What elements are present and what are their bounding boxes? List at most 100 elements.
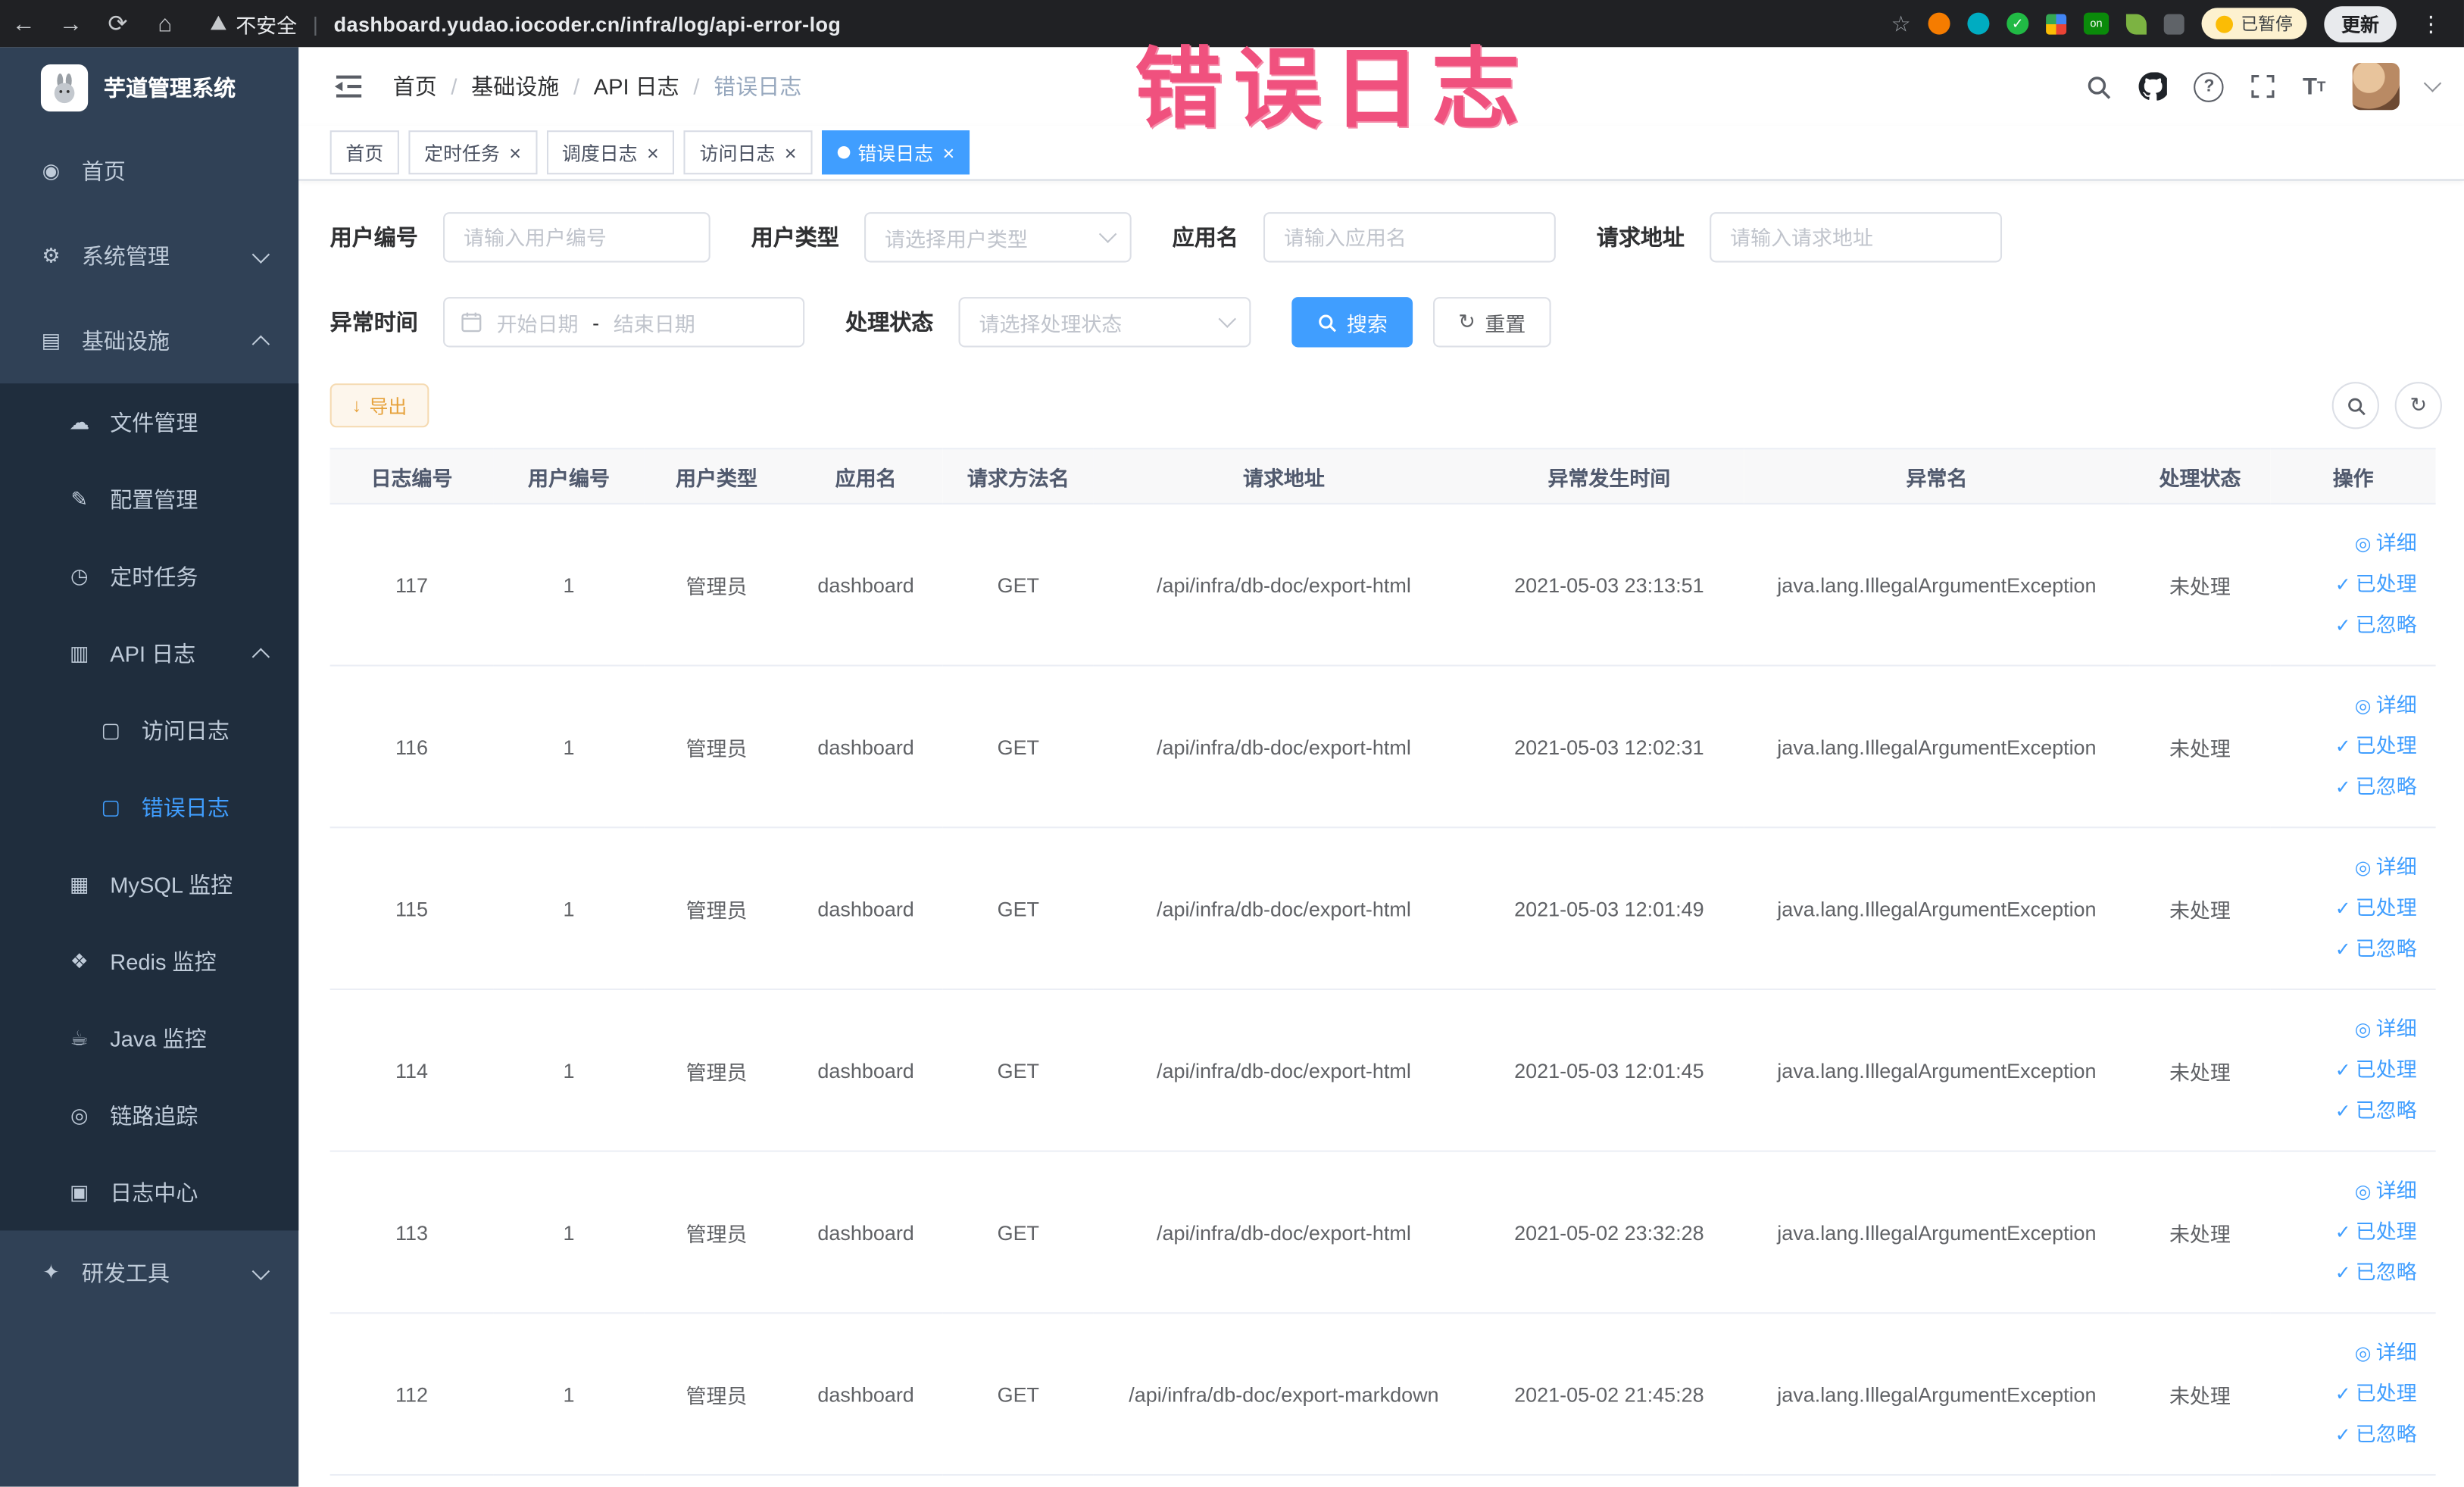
back-icon[interactable]: ← xyxy=(0,10,47,36)
sidebar-item-log-center[interactable]: ▣ 日志中心 xyxy=(0,1154,298,1231)
sidebar-item-java-monitor[interactable]: ☕ Java 监控 xyxy=(0,999,298,1076)
extension-icon-leaf[interactable] xyxy=(2125,13,2147,34)
cell-request-url: /api/infra/db-doc/export-html xyxy=(1093,827,1474,990)
app-name-input[interactable] xyxy=(1263,212,1556,263)
header-actions: ? TT xyxy=(2086,62,2442,111)
search-button[interactable]: 搜索 xyxy=(1291,297,1413,348)
cell-user-id: 1 xyxy=(493,827,645,990)
user-id-input[interactable] xyxy=(443,212,710,263)
refresh-table-button[interactable] xyxy=(2394,382,2442,430)
detail-link[interactable]: 详细 xyxy=(2277,1332,2417,1373)
close-icon[interactable] xyxy=(509,142,521,163)
close-icon[interactable] xyxy=(942,142,954,163)
ignored-link[interactable]: 已忽略 xyxy=(2277,1252,2417,1293)
cell-actions: 详细 已处理 已忽略 xyxy=(2270,1313,2436,1476)
user-avatar[interactable] xyxy=(2352,62,2400,111)
sidebar-item-system-management[interactable]: ⚙ 系统管理 xyxy=(0,214,298,298)
detail-link[interactable]: 详细 xyxy=(2277,686,2417,726)
request-url-input[interactable] xyxy=(1710,212,2003,263)
sidebar-item-config-management[interactable]: ✎ 配置管理 xyxy=(0,461,298,538)
search-icon[interactable] xyxy=(2086,73,2113,99)
sidebar-item-home[interactable]: ◉ 首页 xyxy=(0,129,298,214)
font-size-icon[interactable]: TT xyxy=(2303,73,2325,99)
extension-icon-orange[interactable] xyxy=(1928,12,1950,35)
bookmark-star-icon[interactable]: ☆ xyxy=(1891,10,1911,36)
extension-icon-grid[interactable] xyxy=(2046,13,2067,34)
github-icon[interactable] xyxy=(2139,72,2168,101)
update-button[interactable]: 更新 xyxy=(2324,5,2397,42)
sidebar-item-access-log[interactable]: ▢ 访问日志 xyxy=(0,692,298,769)
export-button[interactable]: 导出 xyxy=(329,383,429,428)
sidebar-item-redis-monitor[interactable]: ❖ Redis 监控 xyxy=(0,923,298,1000)
sidebar-collapse-icon[interactable] xyxy=(333,72,364,100)
refresh-icon xyxy=(1458,310,1476,335)
processed-link[interactable]: 已处理 xyxy=(2277,1212,2417,1253)
reload-icon[interactable]: ⟳ xyxy=(94,9,141,38)
sidebar-item-api-log[interactable]: ▥ API 日志 xyxy=(0,614,298,692)
extension-icon-green-check[interactable]: ✓ xyxy=(2006,12,2029,35)
close-icon[interactable] xyxy=(647,142,659,163)
tab-access-log[interactable]: 访问日志 xyxy=(683,130,813,175)
extensions-puzzle-icon[interactable] xyxy=(2163,13,2184,34)
ignored-link[interactable]: 已忽略 xyxy=(2277,929,2417,970)
security-chip[interactable]: 不安全 xyxy=(210,8,297,38)
sidebar-item-file-management[interactable]: ☁ 文件管理 xyxy=(0,383,298,461)
detail-link[interactable]: 详细 xyxy=(2277,847,2417,888)
sidebar-item-error-log[interactable]: ▢ 错误日志 xyxy=(0,768,298,845)
sidebar-item-mysql-monitor[interactable]: ▦ MySQL 监控 xyxy=(0,845,298,923)
breadcrumb-home[interactable]: 首页 xyxy=(393,70,472,102)
processed-link[interactable]: 已处理 xyxy=(2277,726,2417,767)
date-range-picker[interactable]: 开始日期 - 结束日期 xyxy=(443,297,805,348)
ignored-link[interactable]: 已忽略 xyxy=(2277,1091,2417,1132)
log-icon: ▥ xyxy=(69,640,89,664)
ignored-link[interactable]: 已忽略 xyxy=(2277,605,2417,646)
processed-link[interactable]: 已处理 xyxy=(2277,1373,2417,1414)
check-icon xyxy=(2335,939,2351,961)
home-icon[interactable]: ⌂ xyxy=(142,10,189,36)
processed-link[interactable]: 已处理 xyxy=(2277,1050,2417,1091)
breadcrumb-api-log[interactable]: API 日志 xyxy=(594,70,714,102)
ignored-link[interactable]: 已忽略 xyxy=(2277,1414,2417,1455)
tab-home[interactable]: 首页 xyxy=(329,130,399,175)
app-title: 芋道管理系统 xyxy=(103,75,236,101)
sidebar-item-infrastructure[interactable]: ▤ 基础设施 xyxy=(0,298,298,383)
check-icon xyxy=(2335,1221,2351,1243)
ignored-link[interactable]: 已忽略 xyxy=(2277,767,2417,808)
address-url[interactable]: dashboard.yudao.iocoder.cn/infra/log/api… xyxy=(334,12,842,36)
tab-error-log[interactable]: 错误日志 xyxy=(821,130,970,175)
filter-row-2: 异常时间 开始日期 - 结束日期 处理状态 请选择处理状态 搜索 ↻ 重置 xyxy=(330,297,2442,348)
tab-dispatch-log[interactable]: 调度日志 xyxy=(546,130,675,175)
gear-icon: ⚙ xyxy=(42,243,61,267)
processed-link[interactable]: 已处理 xyxy=(2277,888,2417,929)
processed-link[interactable]: 已处理 xyxy=(2277,564,2417,605)
extension-icon-teal[interactable] xyxy=(1967,12,1990,35)
toggle-search-button[interactable] xyxy=(2331,382,2379,430)
cell-user-type: 管理员 xyxy=(644,827,789,990)
cell-user-type: 管理员 xyxy=(644,665,789,829)
help-icon[interactable]: ? xyxy=(2194,71,2225,102)
table-toolbar: 导出 xyxy=(329,382,2442,430)
log-center-icon: ▣ xyxy=(69,1179,89,1204)
breadcrumb-infrastructure[interactable]: 基础设施 xyxy=(471,70,594,102)
sidebar-item-scheduled-jobs[interactable]: ◷ 定时任务 xyxy=(0,538,298,615)
sidebar-item-link-tracing[interactable]: ◎ 链路追踪 xyxy=(0,1076,298,1154)
cell-request-url: /api/infra/db-doc/export-markdown xyxy=(1093,1313,1474,1476)
extension-icon-on[interactable]: on xyxy=(2083,12,2110,35)
sidebar-item-dev-tools[interactable]: ✦ 研发工具 xyxy=(0,1230,298,1315)
detail-link[interactable]: 详细 xyxy=(2277,1009,2417,1050)
process-status-select[interactable]: 请选择处理状态 xyxy=(958,297,1251,348)
browser-menu-kebab-icon[interactable]: ⋮ xyxy=(2414,10,2449,36)
col-user-type: 用户类型 xyxy=(644,448,789,505)
forward-icon[interactable]: → xyxy=(47,10,94,36)
detail-link[interactable]: 详细 xyxy=(2277,523,2417,564)
paused-badge[interactable]: 已暂停 xyxy=(2201,8,2307,39)
cell-status: 未处理 xyxy=(2129,1151,2271,1314)
user-type-select[interactable]: 请选择用户类型 xyxy=(864,212,1132,263)
fullscreen-icon[interactable] xyxy=(2251,74,2276,99)
reset-button[interactable]: 重置 xyxy=(1433,297,1551,348)
tab-scheduled-jobs[interactable]: 定时任务 xyxy=(408,130,537,175)
avatar-caret-icon[interactable] xyxy=(2423,74,2442,92)
close-icon[interactable] xyxy=(785,142,797,163)
check-icon xyxy=(2335,736,2351,758)
detail-link[interactable]: 详细 xyxy=(2277,1171,2417,1212)
